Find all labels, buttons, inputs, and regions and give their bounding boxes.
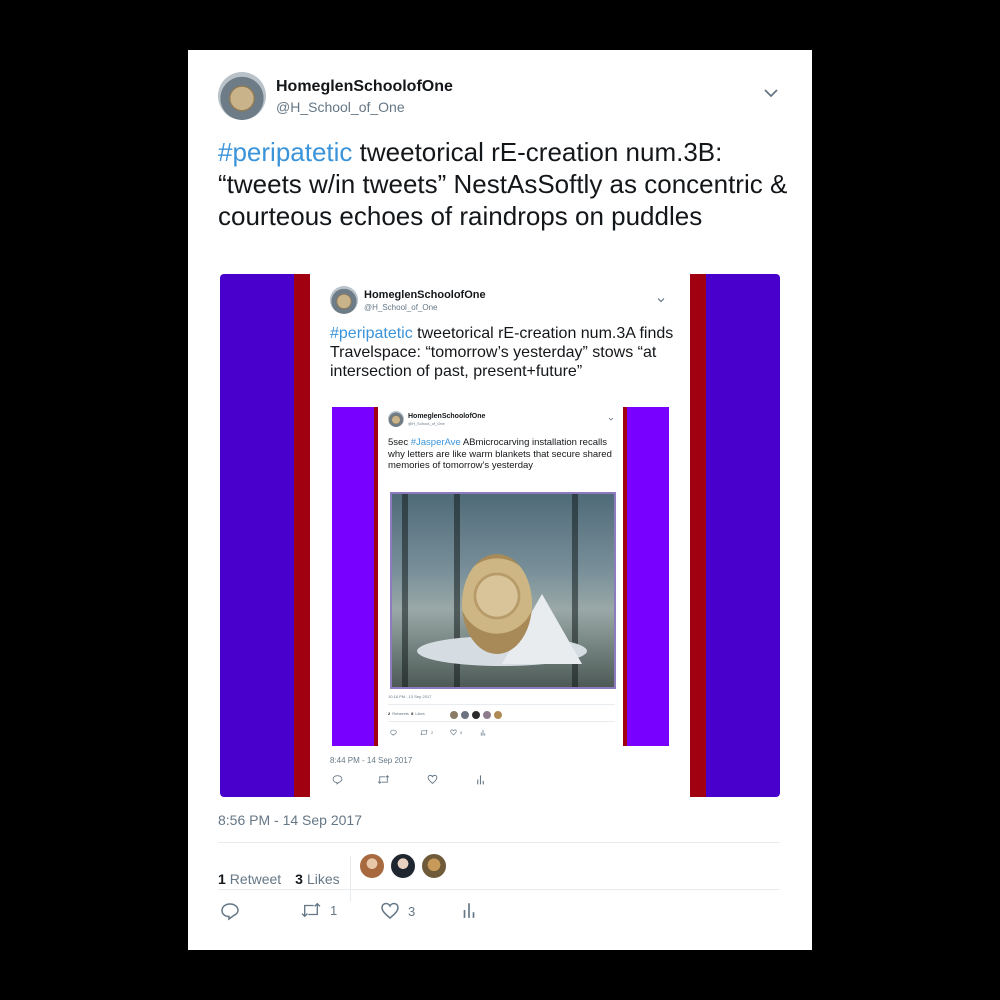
heart-icon bbox=[380, 901, 400, 921]
divider bbox=[388, 721, 615, 722]
like-action: 5 bbox=[450, 729, 462, 736]
caret-down-icon[interactable] bbox=[762, 84, 780, 102]
engagement-stats: 2 Retweets 8 Likes bbox=[388, 711, 425, 716]
nested-tweet-author: HomeglenSchoolofOne @H_School_of_One bbox=[388, 411, 485, 427]
handle: @H_School_of_One bbox=[364, 302, 438, 312]
nested-tweet-text: 5sec #JasperAve ABmicrocarving installat… bbox=[388, 437, 613, 472]
timestamp: 10:18 PM - 13 Sep 2017 bbox=[388, 694, 432, 699]
tweet-card: HomeglenSchoolofOne @H_School_of_One #pe… bbox=[188, 50, 812, 950]
retweet-icon bbox=[300, 901, 322, 919]
hashtag: #JasperAve bbox=[410, 437, 461, 448]
divider bbox=[218, 889, 780, 890]
avatar bbox=[482, 710, 492, 720]
analytics-icon bbox=[462, 901, 476, 919]
tweet-author[interactable]: HomeglenSchoolofOne @H_School_of_One bbox=[218, 72, 453, 120]
retweet-action: 2 bbox=[420, 729, 433, 736]
like-count[interactable]: 3 bbox=[295, 871, 303, 887]
analytics-icon bbox=[476, 774, 485, 785]
avatar bbox=[460, 710, 470, 720]
reply-icon bbox=[390, 729, 397, 736]
avatar bbox=[388, 411, 404, 427]
caret-down-icon bbox=[657, 298, 665, 303]
retweet-action-count: 2 bbox=[431, 730, 434, 735]
handle[interactable]: @H_School_of_One bbox=[276, 99, 453, 115]
like-action-count: 3 bbox=[408, 903, 416, 919]
quoted-tweet-author: HomeglenSchoolofOne @H_School_of_One bbox=[330, 286, 486, 314]
avatar bbox=[449, 710, 459, 720]
avatar bbox=[330, 286, 358, 314]
like-button[interactable]: 3 bbox=[380, 901, 415, 921]
retweet-icon bbox=[420, 729, 428, 736]
hashtag-link[interactable]: #peripatetic bbox=[218, 137, 352, 167]
hashtag: #peripatetic bbox=[330, 325, 413, 342]
display-name: HomeglenSchoolofOne bbox=[408, 412, 486, 420]
avatar[interactable] bbox=[420, 852, 448, 880]
likers-facepile bbox=[449, 710, 504, 720]
display-name[interactable]: HomeglenSchoolofOne bbox=[276, 78, 453, 96]
reply-icon bbox=[332, 774, 343, 785]
like-count: 8 bbox=[411, 711, 414, 716]
engagement-stats: 1 Retweet 3 Likes bbox=[218, 856, 351, 902]
retweet-count[interactable]: 1 bbox=[218, 871, 226, 887]
analytics-button[interactable] bbox=[462, 901, 476, 919]
like-action-count: 5 bbox=[460, 730, 463, 735]
caret-down-icon bbox=[608, 417, 614, 421]
microcarving-photo bbox=[390, 492, 616, 689]
heart-icon bbox=[427, 774, 438, 785]
retweet-button[interactable]: 1 bbox=[300, 901, 337, 919]
timestamp: 8:44 PM - 14 Sep 2017 bbox=[330, 756, 413, 765]
avatar bbox=[471, 710, 481, 720]
retweet-action-count: 1 bbox=[330, 902, 338, 918]
retweets-label: Retweets bbox=[392, 711, 409, 716]
tweet-timestamp[interactable]: 8:56 PM - 14 Sep 2017 bbox=[218, 812, 362, 828]
analytics-icon bbox=[480, 729, 486, 736]
likes-label: Likes bbox=[415, 711, 425, 716]
retweet-count: 2 bbox=[388, 711, 391, 716]
likes-label[interactable]: Likes bbox=[307, 871, 340, 887]
handle: @H_School_of_One bbox=[408, 420, 445, 426]
reply-icon bbox=[220, 901, 240, 921]
media-border-left bbox=[294, 274, 310, 797]
media-border-right bbox=[623, 407, 627, 746]
tweet-media-image[interactable]: HomeglenSchoolofOne @H_School_of_One #pe… bbox=[220, 274, 780, 797]
divider bbox=[218, 842, 780, 843]
avatar[interactable] bbox=[218, 72, 266, 120]
avatar bbox=[493, 710, 503, 720]
avatar[interactable] bbox=[358, 852, 386, 880]
avatar[interactable] bbox=[389, 852, 417, 880]
retweet-icon bbox=[377, 774, 390, 785]
quoted-tweet-screenshot: HomeglenSchoolofOne @H_School_of_One #pe… bbox=[310, 274, 690, 797]
heart-icon bbox=[450, 729, 457, 736]
media-border-right bbox=[690, 274, 706, 797]
display-name: HomeglenSchoolofOne bbox=[364, 288, 486, 301]
tweet-text: #peripatetic tweetorical rE-creation num… bbox=[218, 136, 788, 232]
quoted-tweet-text: #peripatetic tweetorical rE-creation num… bbox=[330, 324, 675, 381]
nested-tweet-screenshot: HomeglenSchoolofOne @H_School_of_One 5se… bbox=[378, 407, 623, 746]
quoted-tweet-media: HomeglenSchoolofOne @H_School_of_One 5se… bbox=[332, 407, 669, 746]
retweets-label[interactable]: Retweet bbox=[230, 871, 281, 887]
reply-button[interactable] bbox=[220, 901, 240, 921]
divider bbox=[388, 704, 615, 705]
likers-facepile bbox=[358, 852, 451, 880]
text-prefix: 5sec bbox=[388, 437, 411, 448]
